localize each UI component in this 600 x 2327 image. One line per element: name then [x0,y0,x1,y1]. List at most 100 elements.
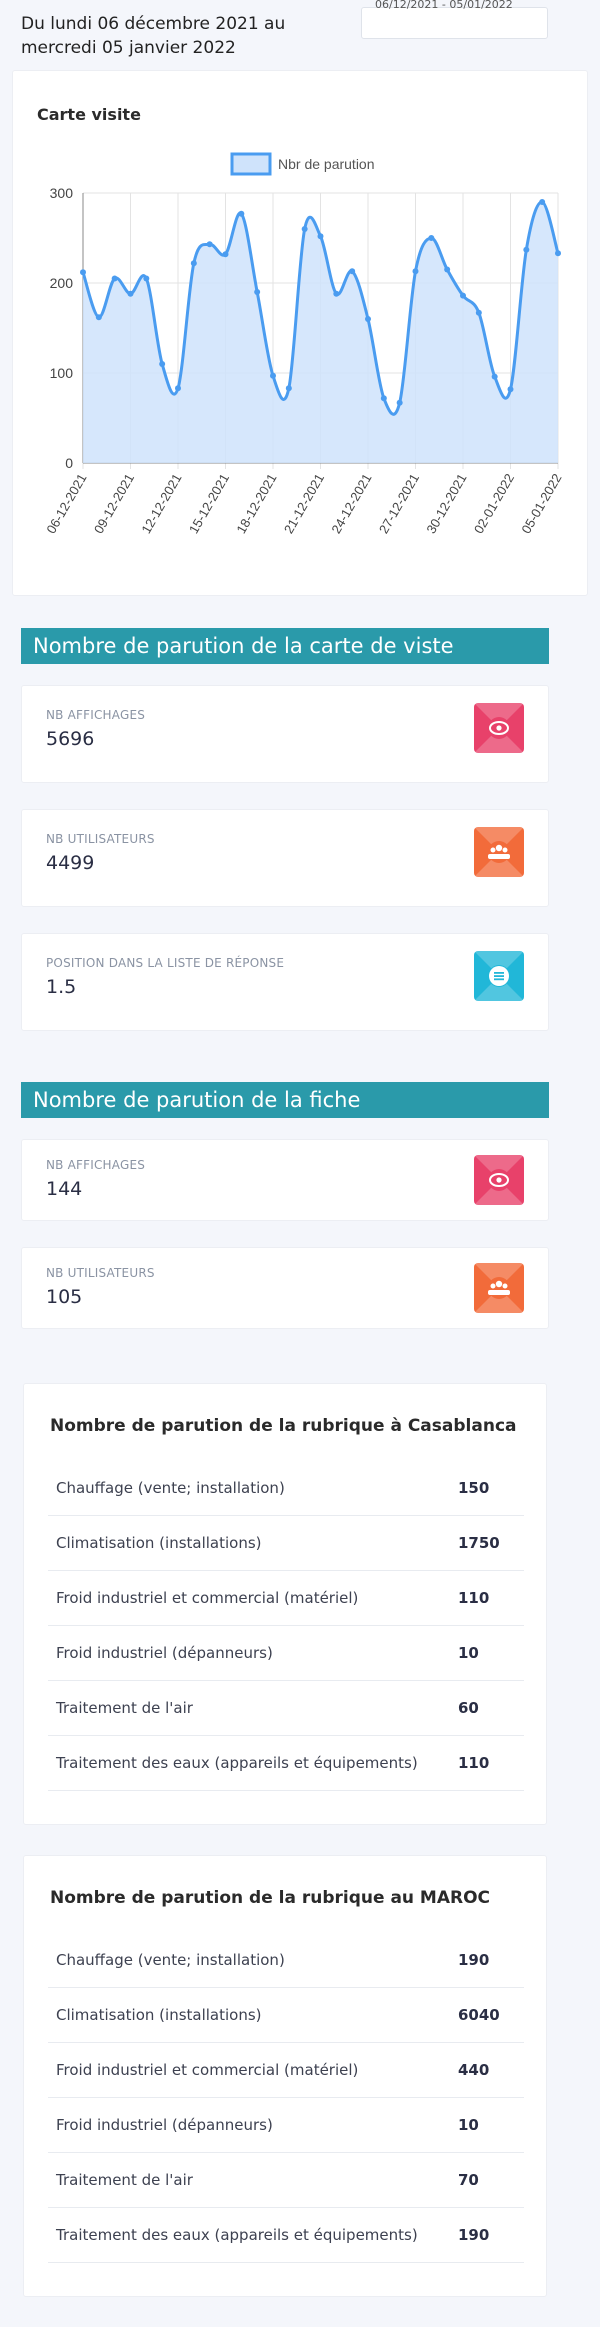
report-period-title: Du lundi 06 décembre 2021 au mercredi 05… [21,14,286,58]
x-tick-label: 12-12-2021 [138,471,184,536]
rubrique-count: 10 [458,2116,479,2134]
table-rows: Chauffage (vente; installation) 190 Climat… [48,1933,524,2263]
legend-label: Nbr de parution [278,156,375,172]
eye-icon [474,1155,524,1205]
data-point [396,399,403,406]
stat-label: NB UTILISATEURS [46,832,155,846]
data-point [491,373,498,380]
rubrique-name: Froid industriel et commercial (matériel… [56,1589,359,1607]
data-point [80,269,86,276]
rubrique-count: 190 [458,1951,490,1969]
table-rows: Chauffage (vente; installation) 150 Climat… [48,1461,524,1791]
rubrique-name: Chauffage (vente; installation) [56,1951,285,1969]
data-point [159,361,166,367]
stat-value: 144 [46,1178,83,1200]
rubrique-count: 110 [458,1754,490,1772]
date-range-input[interactable]: 06/12/2021 - 05/01/2022 [361,0,548,39]
stat-card-fiche-affichages: NB AFFICHAGES 144 [21,1139,549,1221]
data-point [428,235,435,241]
table-row: Froid industriel et commercial (matériel… [48,1571,524,1626]
x-tick-label: 05-01-2022 [518,471,564,536]
x-tick-label: 09-12-2021 [91,471,137,536]
section-header-fiche: Nombre de parution de la fiche [21,1082,549,1118]
table-card-casablanca: Nombre de parution de la rubrique à Casa… [23,1383,547,1825]
data-point [301,226,308,232]
eye-icon [474,703,524,753]
chart-card: Carte visite 0 100 200 300 06-12-2021 09-12-2… [12,70,588,596]
table-row: Traitement de l'air 70 [48,2153,524,2208]
rubrique-count: 60 [458,1699,479,1717]
stat-card-affichages: NB AFFICHAGES 5696 [21,685,549,783]
table-row: Chauffage (vente; installation) 190 [48,1933,524,1988]
data-point [444,266,451,273]
rubrique-name: Traitement des eaux (appareils et équipe… [56,2226,418,2244]
table-row: Climatisation (installations) 6040 [48,1988,524,2043]
stat-card-utilisateurs: NB UTILISATEURS 4499 [21,809,549,907]
data-point [365,316,371,322]
data-point [475,309,482,316]
y-tick-label: 100 [50,365,74,381]
stat-card-fiche-utilisateurs: NB UTILISATEURS 105 [21,1247,549,1329]
x-tick-label: 27-12-2021 [376,471,422,536]
stat-value: 1.5 [46,976,77,998]
rubrique-count: 10 [458,1644,479,1662]
table-row: Traitement des eaux (appareils et équipe… [48,2208,524,2263]
rubrique-name: Climatisation (installations) [56,1534,262,1552]
data-point [143,275,150,282]
x-tick-label: 02-01-2022 [471,471,517,536]
users-icon [474,1263,524,1313]
data-point [507,386,514,393]
rubrique-name: Froid industriel et commercial (matériel… [56,2061,359,2079]
table-row: Froid industriel et commercial (matériel… [48,2043,524,2098]
data-point [285,385,292,392]
x-tick-label: 06-12-2021 [43,471,89,536]
stat-value: 105 [46,1286,83,1308]
table-row: Traitement des eaux (appareils et équipe… [48,1736,524,1791]
rubrique-name: Traitement des eaux (appareils et équipe… [56,1754,418,1772]
table-row: Traitement de l'air 60 [48,1681,524,1736]
data-point [111,275,118,282]
x-tick-label: 18-12-2021 [233,471,279,536]
data-point [190,260,197,267]
y-tick-label: 200 [50,275,74,291]
rubrique-name: Traitement de l'air [56,2171,193,2189]
rubrique-count: 440 [458,2061,490,2079]
data-point [206,241,213,248]
data-point [380,395,387,402]
area-fill [83,201,558,463]
data-point [95,314,102,321]
data-point [349,268,356,275]
table-row: Froid industriel (dépanneurs) 10 [48,2098,524,2153]
rubrique-name: Froid industriel (dépanneurs) [56,2116,273,2134]
stat-value: 4499 [46,852,95,874]
y-tick-label: 300 [50,185,74,201]
data-point [333,290,340,297]
data-point [222,251,229,258]
date-range-value: 06/12/2021 - 05/01/2022 [375,0,513,11]
data-point [555,250,561,257]
rubrique-count: 110 [458,1589,490,1607]
x-tick-label: 21-12-2021 [281,471,327,536]
list-icon [474,951,524,1001]
stat-card-position: POSITION DANS LA LISTE DE RÉPONSE 1.5 [21,933,549,1031]
rubrique-name: Traitement de l'air [56,1699,193,1717]
legend-swatch [230,152,272,176]
rubrique-name: Chauffage (vente; installation) [56,1479,285,1497]
data-point [127,290,134,297]
x-tick-label: 24-12-2021 [328,471,374,536]
data-point [523,246,530,253]
rubrique-count: 1750 [458,1534,500,1552]
data-point [254,289,261,295]
data-point [175,385,181,392]
rubrique-name: Froid industriel (dépanneurs) [56,1644,273,1662]
table-title: Nombre de parution de la rubrique au MAR… [50,1888,491,1908]
y-tick-label: 0 [65,455,73,471]
data-point [460,292,466,299]
rubrique-count: 190 [458,2226,490,2244]
rubrique-count: 150 [458,1479,490,1497]
data-point [539,199,546,205]
x-tick-label: 30-12-2021 [423,471,469,536]
table-row: Climatisation (installations) 1750 [48,1516,524,1571]
rubrique-count: 70 [458,2171,479,2189]
table-row: Froid industriel (dépanneurs) 10 [48,1626,524,1681]
